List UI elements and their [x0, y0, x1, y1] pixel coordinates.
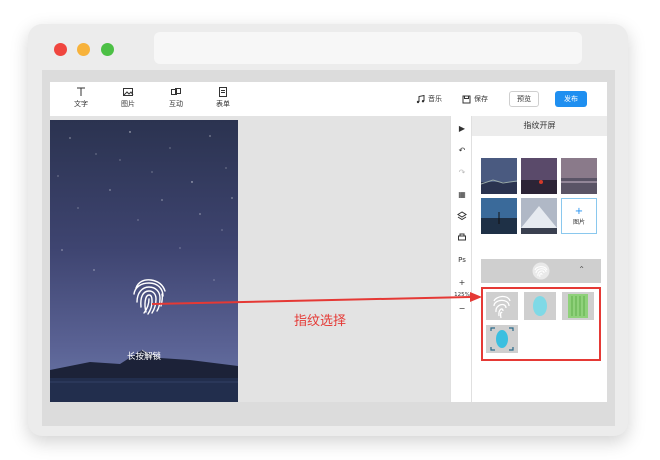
- background-thumbnail-1[interactable]: [481, 158, 517, 194]
- save-button[interactable]: 保存: [462, 94, 488, 104]
- canvas-area: 长按解锁: [50, 116, 450, 402]
- maximize-window-button[interactable]: [101, 43, 114, 56]
- preview-label: 预览: [517, 95, 531, 103]
- editor-area: 文字 图片 互动 表单 音乐 保存 预览 发布 长按解锁 ▶ ↶ ↷ ▦ Ps …: [42, 70, 615, 426]
- fingerprint-options: [481, 287, 601, 361]
- zoom-level: 125%: [454, 292, 470, 298]
- image-icon: [123, 88, 134, 96]
- fingerprint-preview-icon: [532, 262, 550, 280]
- undo-icon[interactable]: ↶: [456, 144, 468, 156]
- unlock-text: 长按解锁: [126, 352, 161, 362]
- browser-window: 文字 图片 互动 表单 音乐 保存 预览 发布 长按解锁 ▶ ↶ ↷ ▦ Ps …: [28, 24, 628, 436]
- add-image-label: 图片: [572, 218, 585, 226]
- save-icon: [462, 95, 471, 103]
- fingerprint-option-green[interactable]: [562, 292, 594, 320]
- fingerprint-option-teal[interactable]: [524, 292, 556, 320]
- interaction-icon: [171, 88, 181, 95]
- minimize-window-button[interactable]: [77, 43, 90, 56]
- background-thumbnail-2[interactable]: [521, 158, 557, 194]
- redo-icon[interactable]: ↷: [456, 166, 468, 178]
- background-thumbnail-3[interactable]: [561, 158, 597, 194]
- music-icon: [416, 94, 425, 103]
- zoom-out-icon[interactable]: −: [456, 302, 468, 314]
- toolbar-interaction-button[interactable]: 互动: [161, 87, 191, 109]
- zoom-in-icon[interactable]: +: [456, 276, 468, 288]
- fingerprint-style-header[interactable]: ⌃: [481, 259, 601, 283]
- music-label: 音乐: [428, 95, 442, 103]
- form-icon: [219, 87, 227, 97]
- print-icon[interactable]: [456, 232, 468, 244]
- toolbar-image-label: 图片: [121, 100, 135, 108]
- add-image-button[interactable]: + 图片: [561, 198, 597, 234]
- fingerprint-panel: 指纹开屏 + 图片 ⌃: [472, 116, 607, 402]
- annotation-label: 指纹选择: [294, 314, 347, 329]
- toolbar-interaction-label: 互动: [169, 100, 183, 108]
- save-label: 保存: [474, 95, 488, 103]
- close-window-button[interactable]: [54, 43, 67, 56]
- toolbar-form-button[interactable]: 表单: [208, 87, 238, 109]
- layers-icon[interactable]: [456, 210, 468, 222]
- grid-icon[interactable]: ▦: [456, 188, 468, 200]
- ps-icon[interactable]: Ps: [456, 254, 468, 266]
- preview-button[interactable]: 预览: [509, 91, 539, 107]
- phone-preview[interactable]: 长按解锁: [50, 120, 238, 402]
- background-thumbnail-5[interactable]: [521, 198, 557, 234]
- toolbar-text-button[interactable]: 文字: [66, 87, 96, 109]
- publish-button[interactable]: 发布: [555, 91, 587, 107]
- text-icon: [77, 87, 85, 96]
- fingerprint-option-white[interactable]: [486, 292, 518, 320]
- fingerprint-option-scan[interactable]: [486, 325, 518, 353]
- address-bar[interactable]: [154, 32, 582, 64]
- chevron-up-icon[interactable]: ⌃: [578, 265, 585, 274]
- plus-icon: +: [574, 205, 584, 217]
- toolbar-form-label: 表单: [216, 100, 230, 108]
- side-tool-strip: ▶ ↶ ↷ ▦ Ps + 125% −: [450, 116, 472, 402]
- background-thumbnail-4[interactable]: [481, 198, 517, 234]
- music-button[interactable]: 音乐: [416, 94, 442, 104]
- toolbar-image-button[interactable]: 图片: [113, 87, 143, 109]
- play-icon[interactable]: ▶: [456, 122, 468, 134]
- publish-label: 发布: [564, 95, 578, 103]
- top-toolbar: 文字 图片 互动 表单 音乐 保存 预览 发布: [50, 82, 607, 116]
- toolbar-text-label: 文字: [74, 100, 88, 108]
- panel-title: 指纹开屏: [472, 116, 607, 136]
